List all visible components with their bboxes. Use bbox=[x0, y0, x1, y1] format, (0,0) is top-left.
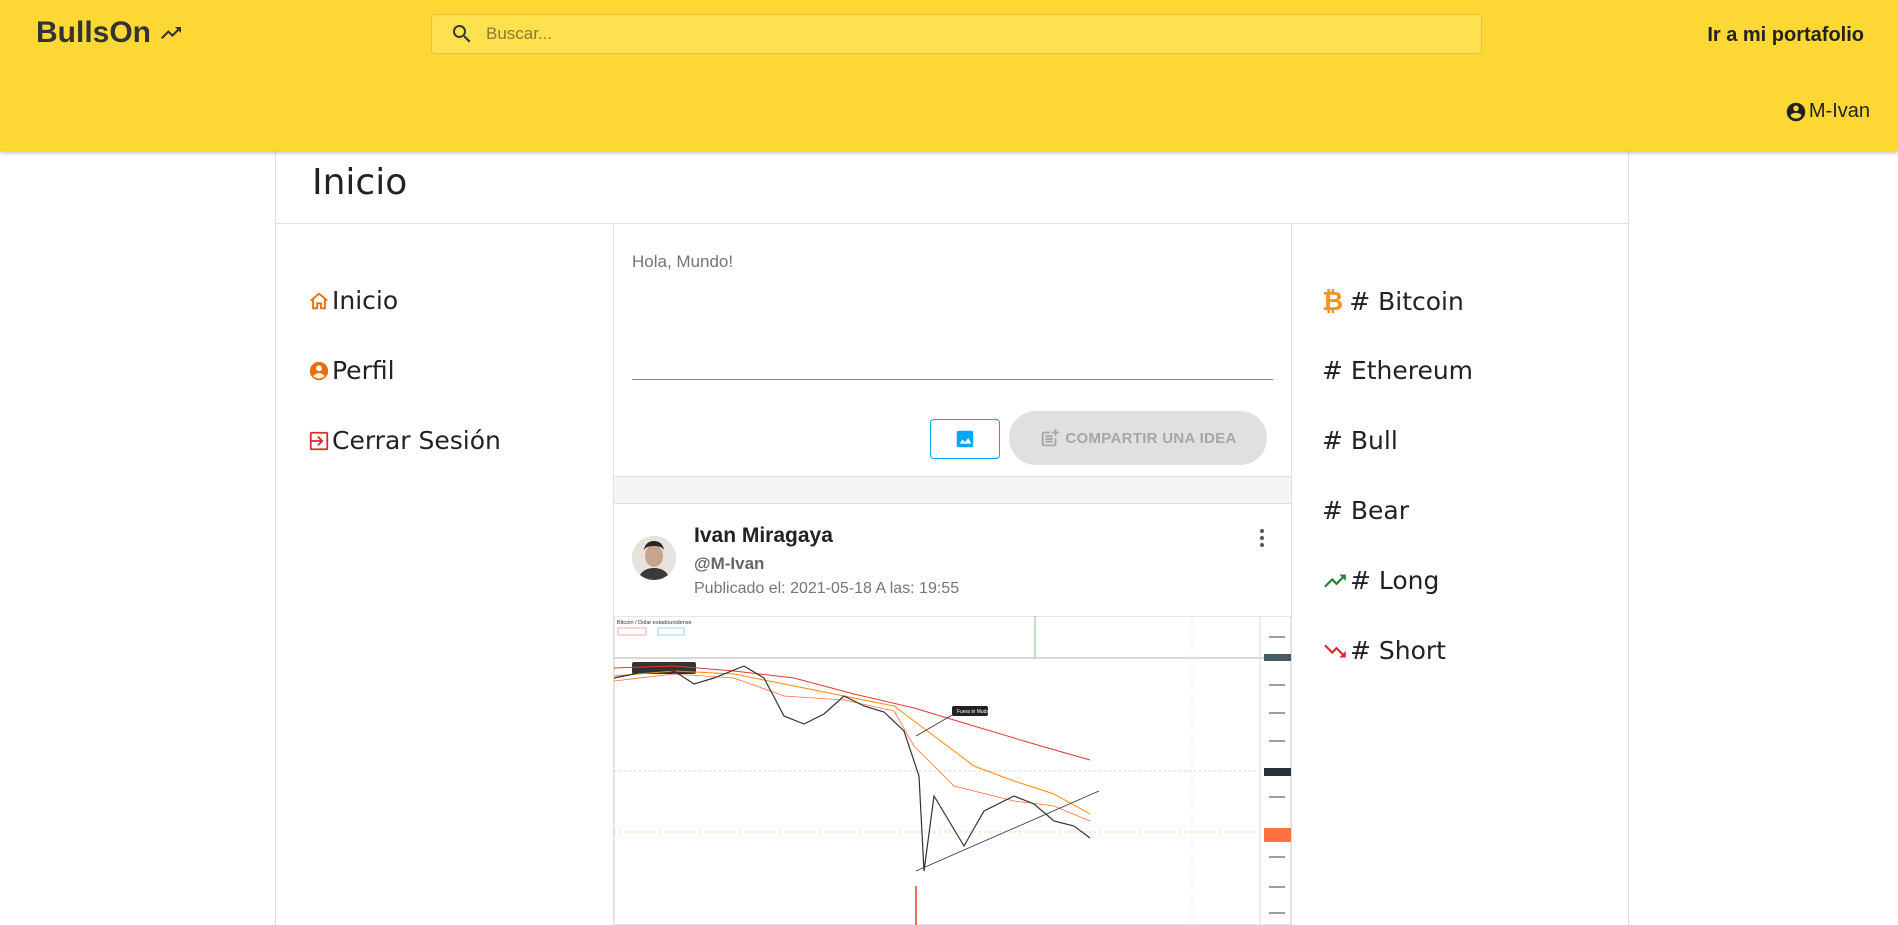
tag-short[interactable]: # Short bbox=[1322, 636, 1446, 665]
tag-ethereum[interactable]: # Ethereum bbox=[1322, 356, 1473, 385]
account-circle-icon bbox=[1786, 102, 1806, 121]
sidebar-item-label: Perfil bbox=[332, 356, 395, 385]
sidebar-item-label: Inicio bbox=[332, 286, 399, 315]
trending-up-icon bbox=[1324, 574, 1346, 587]
tag-bitcoin[interactable]: ₿ # Bitcoin bbox=[1322, 286, 1464, 317]
post-add-icon bbox=[1042, 428, 1060, 447]
tag-bear[interactable]: # Bear bbox=[1322, 496, 1409, 525]
bitcoin-icon: ₿ bbox=[1322, 287, 1344, 317]
avatar-image bbox=[632, 536, 676, 580]
logo-link[interactable]: BullsOn bbox=[36, 16, 183, 50]
divider bbox=[614, 476, 1291, 504]
sidebar-item-inicio[interactable]: Inicio bbox=[308, 286, 398, 315]
post-date: Publicado el: 2021-05-18 A las: 19:55 bbox=[694, 580, 960, 597]
portfolio-link[interactable]: Ir a mi portafolio bbox=[1707, 24, 1864, 47]
post-image[interactable]: Bitcoin / Dolar estadounidense Fuera in … bbox=[614, 616, 1291, 925]
more-options-button[interactable] bbox=[1250, 526, 1274, 550]
user-menu-link[interactable]: M-Ivan bbox=[1785, 100, 1870, 123]
tag-label: # Bear bbox=[1322, 496, 1410, 525]
home-icon bbox=[310, 291, 328, 309]
feed: Hola, Mundo! COMPARTIR UNA IDEA Ivan Mir… bbox=[614, 224, 1291, 925]
post-handle[interactable]: @M-Ivan bbox=[694, 554, 764, 574]
user-handle: M-Ivan bbox=[1808, 100, 1870, 122]
chart-annotation: Fuera in Muda bbox=[957, 709, 989, 715]
tag-label: # Long bbox=[1350, 566, 1440, 595]
sidebar-item-label: Cerrar Sesión bbox=[332, 426, 501, 455]
page-title: Inicio bbox=[312, 162, 408, 203]
tag-label: # Bitcoin bbox=[1349, 287, 1464, 316]
share-idea-label: COMPARTIR UNA IDEA bbox=[1065, 429, 1237, 447]
tag-bull[interactable]: # Bull bbox=[1322, 426, 1398, 455]
search-input[interactable] bbox=[484, 23, 1388, 45]
add-image-button[interactable] bbox=[930, 419, 1000, 459]
main-container: Inicio Inicio Perfil Cerrar Sesión Hola,… bbox=[275, 151, 1629, 925]
right-sidebar: ₿ # Bitcoin # Ethereum # Bull # Bear # L… bbox=[1291, 224, 1628, 925]
tag-label: # Ethereum bbox=[1322, 356, 1474, 385]
tag-label: # Bull bbox=[1322, 426, 1398, 455]
sidebar-item-cerrar-sesion[interactable]: Cerrar Sesión bbox=[308, 426, 501, 455]
trending-up-icon bbox=[161, 27, 182, 39]
share-idea-button[interactable]: COMPARTIR UNA IDEA bbox=[1009, 411, 1267, 465]
image-icon bbox=[956, 430, 974, 448]
logo-text: BullsOn bbox=[36, 16, 152, 49]
more-vert-icon bbox=[1260, 529, 1264, 547]
exit-icon bbox=[309, 431, 329, 450]
tag-label: # Short bbox=[1350, 636, 1446, 665]
sidebar-item-perfil[interactable]: Perfil bbox=[308, 356, 395, 385]
app-bar: BullsOn Ir a mi portafolio M-Ivan bbox=[0, 0, 1898, 151]
search-icon bbox=[453, 25, 471, 43]
account-circle-icon bbox=[309, 361, 329, 380]
trending-down-icon bbox=[1324, 644, 1346, 657]
compose-textarea[interactable]: Hola, Mundo! bbox=[632, 252, 733, 272]
search-bar[interactable] bbox=[431, 14, 1482, 54]
chart-caption: Bitcoin / Dolar estadounidense bbox=[617, 620, 692, 626]
tag-long[interactable]: # Long bbox=[1322, 566, 1439, 595]
compose-underline bbox=[632, 379, 1273, 380]
avatar[interactable] bbox=[632, 536, 676, 580]
left-sidebar: Inicio Perfil Cerrar Sesión bbox=[276, 224, 614, 925]
post-author[interactable]: Ivan Miragaya bbox=[694, 524, 833, 548]
